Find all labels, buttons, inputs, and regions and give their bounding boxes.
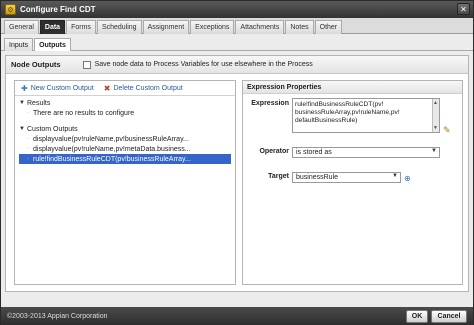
save-node-data-label: Save node data to Process Variables for …: [94, 61, 313, 68]
custom-output-text: rule!findBusinessRuleCDT(pv!businessRule…: [33, 155, 191, 163]
expression-properties-panel: Expression Properties Expression rule!fi…: [242, 80, 463, 285]
node-icon: ⚙: [5, 4, 16, 15]
operator-label: Operator: [259, 148, 289, 155]
operator-select[interactable]: is stored as ▼: [292, 147, 440, 158]
tab-notes[interactable]: Notes: [285, 20, 314, 34]
delete-custom-output-button[interactable]: ✖ Delete Custom Output: [104, 84, 183, 93]
expression-line: rule!findBusinessRuleCDT(pv!: [295, 101, 384, 108]
expression-line: defaultBusinessRule): [295, 117, 358, 124]
window-title: Configure Find CDT: [20, 5, 96, 14]
expression-label: Expression: [251, 100, 289, 107]
configure-dialog: ⚙ Configure Find CDT ✕ General Data Form…: [0, 0, 474, 325]
subtab-inputs[interactable]: Inputs: [4, 38, 34, 51]
node-outputs-bar: Node Outputs Save node data to Process V…: [6, 56, 468, 74]
delete-icon: ✖: [103, 83, 111, 93]
node-outputs-title: Node Outputs: [11, 60, 61, 69]
outputs-content: Node Outputs Save node data to Process V…: [5, 55, 469, 292]
results-label: Results: [27, 99, 51, 107]
custom-output-item[interactable]: · displayvalue(pv!ruleName,pv!businessRu…: [19, 134, 231, 144]
custom-output-text: displayvalue(pv!ruleName,pv!businessRule…: [33, 135, 189, 143]
expression-textarea[interactable]: rule!findBusinessRuleCDT(pv! businessRul…: [292, 98, 440, 133]
tab-general[interactable]: General: [4, 20, 39, 34]
close-button[interactable]: ✕: [457, 3, 470, 15]
new-custom-output-label: New Custom Output: [30, 84, 94, 92]
tab-other[interactable]: Other: [314, 20, 343, 34]
chevron-down-icon: ▼: [392, 173, 398, 179]
outputs-toolbar: ✚ New Custom Output ✖ Delete Custom Outp…: [15, 81, 235, 96]
copyright-text: ©2003-2013 Appian Corporation: [7, 312, 108, 320]
main-tabs: General Data Forms Scheduling Assignment…: [1, 18, 473, 34]
target-select[interactable]: businessRule ▼: [292, 172, 401, 183]
list-item: · There are no results to configure: [19, 108, 231, 118]
expression-line: businessRuleArray,pv!ruleName,pv!: [295, 109, 400, 116]
tab-attachments[interactable]: Attachments: [235, 20, 285, 34]
target-value: businessRule: [296, 174, 339, 181]
expression-editor-icon[interactable]: ✎: [443, 125, 451, 136]
results-empty-text: There are no results to configure: [33, 109, 135, 117]
tab-scheduling[interactable]: Scheduling: [96, 20, 142, 34]
expand-arrow-icon[interactable]: ▼: [19, 100, 27, 106]
expression-scrollbar[interactable]: [432, 99, 439, 132]
outputs-tree: ▼ Results · There are no results to conf…: [15, 96, 235, 166]
custom-outputs-label: Custom Outputs: [27, 125, 78, 133]
tab-forms[interactable]: Forms: [66, 20, 96, 34]
close-icon: ✕: [460, 4, 467, 14]
expression-properties-title: Expression Properties: [243, 81, 462, 94]
custom-output-item[interactable]: · displayvalue(pv!ruleName,pv!metaData.b…: [19, 144, 231, 154]
custom-output-text: displayvalue(pv!ruleName,pv!metaData.bus…: [33, 145, 191, 153]
target-label: Target: [268, 173, 289, 180]
expand-arrow-icon[interactable]: ▼: [19, 126, 27, 132]
tab-exceptions[interactable]: Exceptions: [190, 20, 235, 34]
tab-data[interactable]: Data: [39, 20, 66, 34]
sub-tabs: Inputs Outputs: [1, 35, 473, 51]
add-icon: ✚: [21, 83, 28, 93]
tree-node-results[interactable]: ▼ Results: [19, 98, 231, 108]
chevron-down-icon: ▼: [431, 148, 437, 154]
save-node-data-checkbox[interactable]: [82, 60, 91, 69]
subtab-outputs[interactable]: Outputs: [34, 38, 71, 51]
cancel-button[interactable]: Cancel: [431, 310, 467, 323]
ok-button[interactable]: OK: [406, 310, 428, 323]
custom-output-item-selected[interactable]: · rule!findBusinessRuleCDT(pv!businessRu…: [19, 154, 231, 164]
operator-value: is stored as: [296, 149, 332, 156]
tree-node-custom-outputs[interactable]: ▼ Custom Outputs: [19, 124, 231, 134]
title-bar[interactable]: ⚙ Configure Find CDT ✕: [1, 1, 473, 18]
new-variable-icon[interactable]: ⊕: [404, 174, 411, 183]
new-custom-output-button[interactable]: ✚ New Custom Output: [21, 84, 94, 93]
dialog-footer: ©2003-2013 Appian Corporation OK Cancel: [1, 307, 473, 325]
tab-assignment[interactable]: Assignment: [142, 20, 190, 34]
delete-custom-output-label: Delete Custom Output: [113, 84, 183, 92]
outputs-tree-panel: ✚ New Custom Output ✖ Delete Custom Outp…: [14, 80, 236, 285]
